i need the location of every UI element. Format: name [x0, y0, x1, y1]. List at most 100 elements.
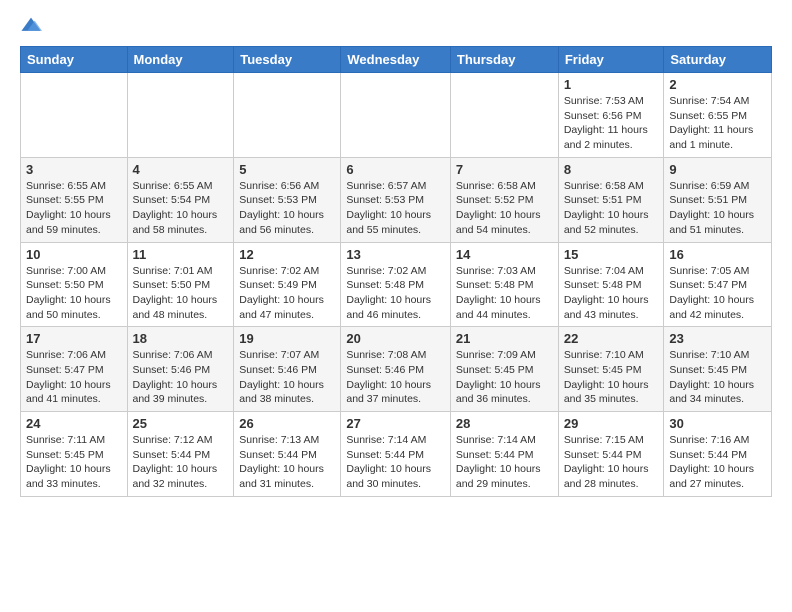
day-cell: [341, 73, 451, 158]
day-info: Sunrise: 7:07 AM Sunset: 5:46 PM Dayligh…: [239, 348, 335, 407]
day-cell: 15 Sunrise: 7:04 AM Sunset: 5:48 PM Dayli…: [558, 242, 664, 327]
day-cell: 16 Sunrise: 7:05 AM Sunset: 5:47 PM Dayli…: [664, 242, 772, 327]
day-info: Sunrise: 7:03 AM Sunset: 5:48 PM Dayligh…: [456, 264, 553, 323]
day-number: 5: [239, 162, 335, 177]
day-info: Sunrise: 6:55 AM Sunset: 5:55 PM Dayligh…: [26, 179, 122, 238]
day-number: 9: [669, 162, 766, 177]
day-info: Sunrise: 7:54 AM Sunset: 6:55 PM Dayligh…: [669, 94, 766, 153]
day-number: 12: [239, 247, 335, 262]
day-number: 29: [564, 416, 659, 431]
day-info: Sunrise: 7:00 AM Sunset: 5:50 PM Dayligh…: [26, 264, 122, 323]
day-cell: [127, 73, 234, 158]
day-number: 4: [133, 162, 229, 177]
calendar-table: SundayMondayTuesdayWednesdayThursdayFrid…: [20, 46, 772, 497]
day-number: 15: [564, 247, 659, 262]
day-cell: [234, 73, 341, 158]
page: SundayMondayTuesdayWednesdayThursdayFrid…: [0, 0, 792, 513]
day-info: Sunrise: 7:02 AM Sunset: 5:49 PM Dayligh…: [239, 264, 335, 323]
day-info: Sunrise: 7:14 AM Sunset: 5:44 PM Dayligh…: [456, 433, 553, 492]
col-header-saturday: Saturday: [664, 47, 772, 73]
col-header-friday: Friday: [558, 47, 664, 73]
day-cell: 9 Sunrise: 6:59 AM Sunset: 5:51 PM Daylig…: [664, 157, 772, 242]
day-cell: 11 Sunrise: 7:01 AM Sunset: 5:50 PM Dayli…: [127, 242, 234, 327]
day-info: Sunrise: 7:15 AM Sunset: 5:44 PM Dayligh…: [564, 433, 659, 492]
day-cell: 30 Sunrise: 7:16 AM Sunset: 5:44 PM Dayli…: [664, 412, 772, 497]
day-info: Sunrise: 7:09 AM Sunset: 5:45 PM Dayligh…: [456, 348, 553, 407]
day-number: 16: [669, 247, 766, 262]
week-row-1: 1 Sunrise: 7:53 AM Sunset: 6:56 PM Daylig…: [21, 73, 772, 158]
day-cell: 2Sunrise: 7:54 AM Sunset: 6:55 PM Daylig…: [664, 73, 772, 158]
day-cell: [21, 73, 128, 158]
day-cell: 1 Sunrise: 7:53 AM Sunset: 6:56 PM Daylig…: [558, 73, 664, 158]
day-info: Sunrise: 7:06 AM Sunset: 5:47 PM Dayligh…: [26, 348, 122, 407]
day-cell: 14Sunrise: 7:03 AM Sunset: 5:48 PM Dayli…: [450, 242, 558, 327]
day-number: 30: [669, 416, 766, 431]
day-info: Sunrise: 6:56 AM Sunset: 5:53 PM Dayligh…: [239, 179, 335, 238]
day-cell: 12 Sunrise: 7:02 AM Sunset: 5:49 PM Dayli…: [234, 242, 341, 327]
day-info: Sunrise: 7:02 AM Sunset: 5:48 PM Dayligh…: [346, 264, 445, 323]
day-cell: 29 Sunrise: 7:15 AM Sunset: 5:44 PM Dayli…: [558, 412, 664, 497]
header-row: SundayMondayTuesdayWednesdayThursdayFrid…: [21, 47, 772, 73]
day-cell: 22 Sunrise: 7:10 AM Sunset: 5:45 PM Dayli…: [558, 327, 664, 412]
day-number: 21: [456, 331, 553, 346]
day-cell: 4 Sunrise: 6:55 AM Sunset: 5:54 PM Daylig…: [127, 157, 234, 242]
day-info: Sunrise: 6:58 AM Sunset: 5:51 PM Dayligh…: [564, 179, 659, 238]
day-number: 13: [346, 247, 445, 262]
day-info: Sunrise: 7:14 AM Sunset: 5:44 PM Dayligh…: [346, 433, 445, 492]
day-number: 20: [346, 331, 445, 346]
day-number: 22: [564, 331, 659, 346]
day-cell: 28 Sunrise: 7:14 AM Sunset: 5:44 PM Dayli…: [450, 412, 558, 497]
day-info: Sunrise: 7:10 AM Sunset: 5:45 PM Dayligh…: [669, 348, 766, 407]
day-info: Sunrise: 7:11 AM Sunset: 5:45 PM Dayligh…: [26, 433, 122, 492]
day-cell: 17Sunrise: 7:06 AM Sunset: 5:47 PM Dayli…: [21, 327, 128, 412]
col-header-monday: Monday: [127, 47, 234, 73]
day-number: 26: [239, 416, 335, 431]
week-row-3: 10 Sunrise: 7:00 AM Sunset: 5:50 PM Dayli…: [21, 242, 772, 327]
day-cell: 19 Sunrise: 7:07 AM Sunset: 5:46 PM Dayli…: [234, 327, 341, 412]
col-header-wednesday: Wednesday: [341, 47, 451, 73]
day-cell: 6Sunrise: 6:57 AM Sunset: 5:53 PM Daylig…: [341, 157, 451, 242]
day-number: 18: [133, 331, 229, 346]
day-number: 11: [133, 247, 229, 262]
day-number: 19: [239, 331, 335, 346]
day-cell: 10 Sunrise: 7:00 AM Sunset: 5:50 PM Dayli…: [21, 242, 128, 327]
day-number: 23: [669, 331, 766, 346]
day-info: Sunrise: 6:59 AM Sunset: 5:51 PM Dayligh…: [669, 179, 766, 238]
day-number: 10: [26, 247, 122, 262]
day-number: 1: [564, 77, 659, 92]
day-cell: 7 Sunrise: 6:58 AM Sunset: 5:52 PM Daylig…: [450, 157, 558, 242]
day-info: Sunrise: 6:58 AM Sunset: 5:52 PM Dayligh…: [456, 179, 553, 238]
day-info: Sunrise: 7:06 AM Sunset: 5:46 PM Dayligh…: [133, 348, 229, 407]
day-number: 3: [26, 162, 122, 177]
day-cell: 23 Sunrise: 7:10 AM Sunset: 5:45 PM Dayli…: [664, 327, 772, 412]
week-row-4: 17Sunrise: 7:06 AM Sunset: 5:47 PM Dayli…: [21, 327, 772, 412]
day-info: Sunrise: 7:16 AM Sunset: 5:44 PM Dayligh…: [669, 433, 766, 492]
header: [20, 16, 772, 34]
day-cell: 26 Sunrise: 7:13 AM Sunset: 5:44 PM Dayli…: [234, 412, 341, 497]
day-info: Sunrise: 7:01 AM Sunset: 5:50 PM Dayligh…: [133, 264, 229, 323]
col-header-tuesday: Tuesday: [234, 47, 341, 73]
day-info: Sunrise: 7:04 AM Sunset: 5:48 PM Dayligh…: [564, 264, 659, 323]
day-info: Sunrise: 7:53 AM Sunset: 6:56 PM Dayligh…: [564, 94, 659, 153]
day-info: Sunrise: 6:55 AM Sunset: 5:54 PM Dayligh…: [133, 179, 229, 238]
col-header-sunday: Sunday: [21, 47, 128, 73]
week-row-5: 24 Sunrise: 7:11 AM Sunset: 5:45 PM Dayli…: [21, 412, 772, 497]
day-number: 27: [346, 416, 445, 431]
day-number: 25: [133, 416, 229, 431]
day-info: Sunrise: 7:13 AM Sunset: 5:44 PM Dayligh…: [239, 433, 335, 492]
day-cell: 21 Sunrise: 7:09 AM Sunset: 5:45 PM Dayli…: [450, 327, 558, 412]
day-info: Sunrise: 7:08 AM Sunset: 5:46 PM Dayligh…: [346, 348, 445, 407]
day-info: Sunrise: 7:05 AM Sunset: 5:47 PM Dayligh…: [669, 264, 766, 323]
day-cell: 24 Sunrise: 7:11 AM Sunset: 5:45 PM Dayli…: [21, 412, 128, 497]
day-number: 7: [456, 162, 553, 177]
day-number: 28: [456, 416, 553, 431]
day-cell: 3 Sunrise: 6:55 AM Sunset: 5:55 PM Daylig…: [21, 157, 128, 242]
week-row-2: 3 Sunrise: 6:55 AM Sunset: 5:55 PM Daylig…: [21, 157, 772, 242]
day-cell: 5 Sunrise: 6:56 AM Sunset: 5:53 PM Daylig…: [234, 157, 341, 242]
logo-icon: [20, 16, 42, 34]
day-number: 24: [26, 416, 122, 431]
day-cell: 20 Sunrise: 7:08 AM Sunset: 5:46 PM Dayli…: [341, 327, 451, 412]
day-info: Sunrise: 7:10 AM Sunset: 5:45 PM Dayligh…: [564, 348, 659, 407]
day-cell: [450, 73, 558, 158]
day-cell: 18 Sunrise: 7:06 AM Sunset: 5:46 PM Dayli…: [127, 327, 234, 412]
